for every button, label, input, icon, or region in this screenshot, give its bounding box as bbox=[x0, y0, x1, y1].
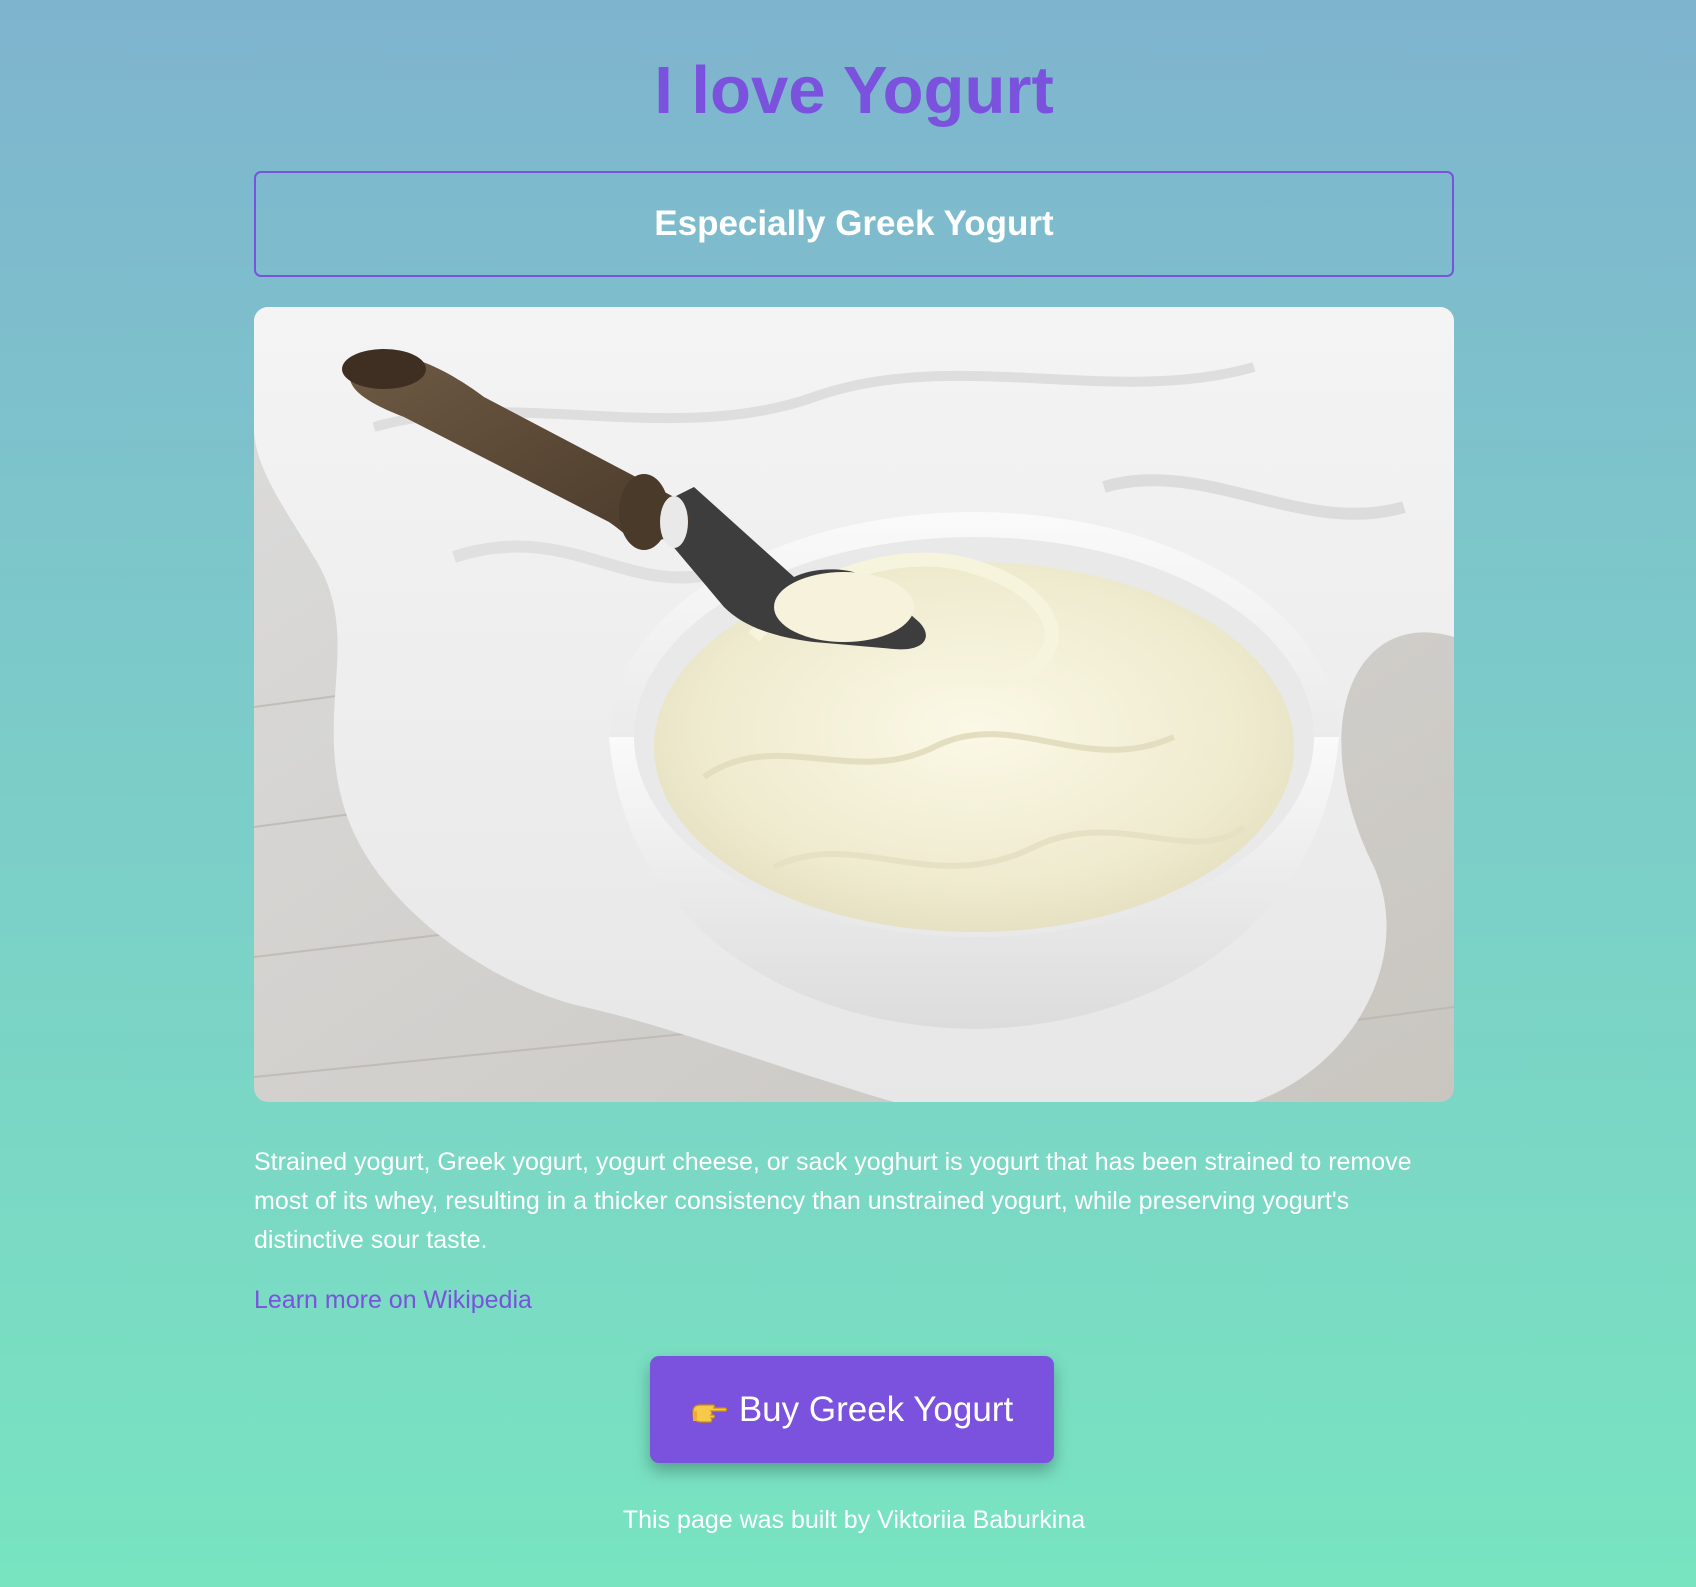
subtitle: Especially Greek Yogurt bbox=[654, 204, 1054, 243]
yogurt-image bbox=[254, 307, 1454, 1102]
buy-button-label: Buy Greek Yogurt bbox=[738, 1389, 1014, 1429]
description: Strained yogurt, Greek yogurt, yogurt ch… bbox=[254, 1148, 1412, 1254]
pointing-hand-icon bbox=[691, 1396, 727, 1424]
wikipedia-link[interactable]: Learn more on Wikipedia bbox=[254, 1285, 532, 1315]
footer-credit: This page was built by Viktoriia Baburki… bbox=[622, 1506, 1086, 1534]
page-title: I love Yogurt bbox=[654, 53, 1054, 128]
subtitle-box: Especially Greek Yogurt bbox=[254, 171, 1454, 277]
buy-button[interactable]: Buy Greek Yogurt bbox=[650, 1356, 1054, 1463]
